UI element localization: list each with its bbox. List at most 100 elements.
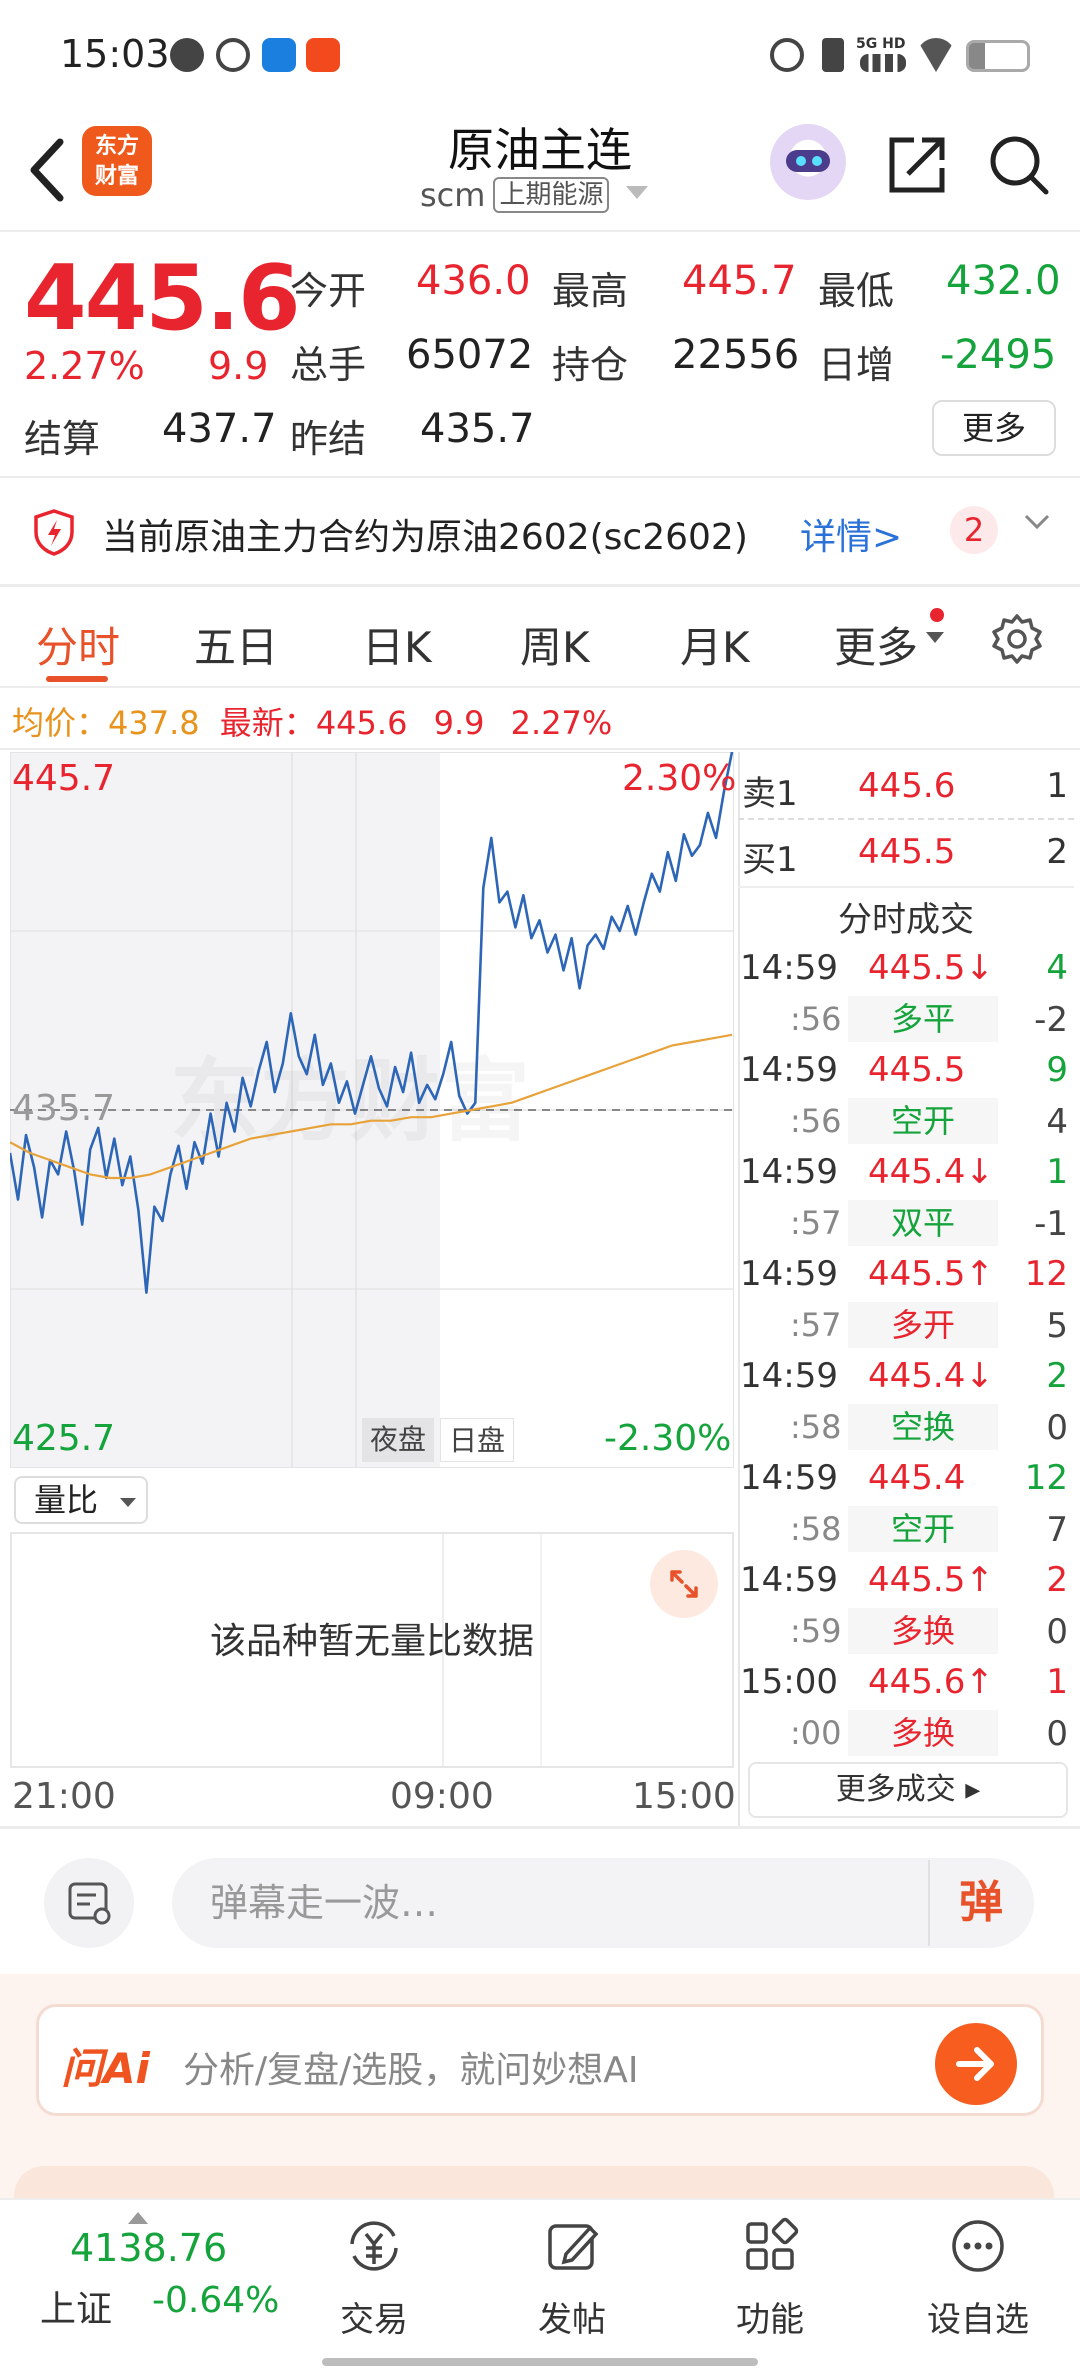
buy-price: 445.5 <box>858 832 956 872</box>
chart-legend: 均价：437.8 最新：445.6 9.9 2.27% <box>12 698 712 744</box>
trade-sub-time: :58 <box>790 1408 842 1446</box>
index-value[interactable]: 4138.76 <box>70 2226 227 2270</box>
trade-qty: 9 <box>1046 1050 1068 1090</box>
dropdown-icon <box>625 186 648 199</box>
taobao-icon <box>306 38 340 72</box>
indicator-select[interactable]: 量比 <box>14 1476 148 1524</box>
battery-icon <box>966 40 1030 72</box>
expand-icon[interactable] <box>650 1550 718 1618</box>
trade-qty: 1 <box>1046 1662 1068 1702</box>
trade-qty: 12 <box>1024 1254 1068 1294</box>
trade-time: 14:59 <box>740 1050 838 1090</box>
intraday-chart[interactable]: 东方财富 445.7 2.30% 435.7 425.7 -2.30% 夜盘 日… <box>10 752 737 1468</box>
nav-trade[interactable]: 交易 <box>304 2214 444 2341</box>
danmu-toggle-button[interactable]: 弹 <box>928 1860 1032 1946</box>
tab-intraday[interactable]: 分时 <box>36 614 120 675</box>
trades-header: 分时成交 <box>838 900 974 940</box>
nav-post-label: 发帖 <box>538 2300 606 2340</box>
trade-type: 空开 <box>848 1098 998 1144</box>
night-session-button[interactable]: 夜盘 <box>362 1418 435 1462</box>
trades-list: 14:59 445.5↓ 4:56 多平 -2 14:59 445.5 9:56 空开 4 14:5… <box>738 948 1074 1758</box>
trade-row: 14:59 445.5 9 :56 空开 4 <box>738 1050 1074 1152</box>
volume-label: 总手 <box>290 343 367 387</box>
day-session-button[interactable]: 日盘 <box>440 1418 515 1462</box>
trade-sub-qty: 4 <box>1046 1102 1068 1142</box>
buy-level-1[interactable]: 买1 445.5 2 <box>738 818 1074 884</box>
ai-assistant-icon[interactable] <box>770 124 846 200</box>
avg-label: 均价： <box>12 704 109 742</box>
status-bar: 15:03 5G HD <box>0 0 1080 110</box>
indicator-select-value: 量比 <box>34 1481 99 1519</box>
tab-five-day[interactable]: 五日 <box>194 614 278 675</box>
comment-settings-button[interactable] <box>44 1858 134 1948</box>
trade-type: 空开 <box>848 1506 998 1552</box>
latest-change-pct: 2.27% <box>510 704 613 742</box>
trade-time: 15:00 <box>740 1662 838 1702</box>
status-time: 15:03 <box>60 32 170 76</box>
nav-features[interactable]: 功能 <box>700 2214 840 2341</box>
nav-trade-label: 交易 <box>340 2300 408 2340</box>
low-label: 最低 <box>818 269 895 313</box>
ai-search-placeholder: 分析/复盘/选股，就问妙想AI <box>183 2050 639 2091</box>
search-icon[interactable] <box>986 132 1052 198</box>
contract-subtitle[interactable]: scm 上期能源 <box>420 176 648 214</box>
nav-add-watchlist[interactable]: 设自选 <box>908 2214 1048 2341</box>
shield-icon <box>34 509 74 556</box>
open-interest-label: 持仓 <box>552 343 629 387</box>
time-axis-mid: 09:00 <box>390 1776 494 1817</box>
quote-panel: 445.6 2.27% 9.9 今开 436.0 最高 445.7 最低 432… <box>0 232 1080 476</box>
book-separator <box>738 886 1074 888</box>
trade-sub-time: :57 <box>790 1306 842 1344</box>
trade-qty: 1 <box>1046 1152 1068 1192</box>
grid-icon <box>746 2217 799 2270</box>
trade-type: 多换 <box>848 1710 998 1756</box>
contract-code: scm <box>420 176 486 214</box>
share-icon[interactable] <box>884 132 950 198</box>
daily-increase-label: 日增 <box>818 343 895 387</box>
main-contract-notice[interactable]: 当前原油主力合约为原油2602(sc2602) 详情> 2 <box>0 478 1080 584</box>
tab-monthly-k[interactable]: 月K <box>680 614 750 675</box>
no-data-message: 该品种暂无量比数据 <box>209 1621 534 1662</box>
latest-label: 最新： <box>219 704 316 742</box>
header: 东方财富 原油主连 scm 上期能源 <box>0 110 1080 230</box>
divider <box>0 686 1080 688</box>
trade-price: 445.5 <box>868 1050 966 1090</box>
trade-row: 14:59 445.4↓ 2:58 空换 0 <box>738 1356 1074 1458</box>
chart-top-price: 445.7 <box>12 758 116 799</box>
chart-mid-price: 435.7 <box>12 1088 116 1129</box>
open-value: 436.0 <box>416 258 531 304</box>
vibrate-icon <box>822 38 844 72</box>
ai-submit-button[interactable] <box>935 2023 1017 2105</box>
more-dropdown-icon <box>926 632 944 643</box>
tab-weekly-k[interactable]: 周K <box>520 614 590 675</box>
trade-sub-qty: 0 <box>1046 1408 1068 1448</box>
dropdown-icon <box>120 1498 136 1507</box>
trade-qty: 12 <box>1024 1458 1068 1498</box>
trade-sub-time: :56 <box>790 1102 842 1140</box>
trade-qty: 4 <box>1046 948 1068 988</box>
high-label: 最高 <box>552 269 629 313</box>
trade-sub-time: :56 <box>790 1000 842 1038</box>
sell-level-1[interactable]: 卖1 445.6 1 <box>738 752 1074 818</box>
trade-price: 445.6↑ <box>868 1662 994 1702</box>
more-trades-button[interactable]: 更多成交 ▸ <box>748 1762 1068 1818</box>
gear-icon[interactable] <box>990 612 1044 666</box>
trade-type: 多平 <box>848 996 998 1042</box>
more-quote-button[interactable]: 更多 <box>932 400 1056 456</box>
chevron-down-icon[interactable] <box>1022 506 1052 536</box>
divider <box>0 748 1080 750</box>
time-axis-end: 15:00 <box>632 1776 736 1817</box>
index-expand-icon[interactable] <box>128 2212 148 2224</box>
wifi-icon <box>916 38 956 72</box>
ai-search-box[interactable]: 问Ai 分析/复盘/选股，就问妙想AI <box>36 2004 1044 2116</box>
chart-bottom-percent: -2.30% <box>604 1418 732 1459</box>
trade-row: 14:59 445.5↑ 12:57 多开 5 <box>738 1254 1074 1356</box>
tab-daily-k[interactable]: 日K <box>362 614 432 675</box>
tab-more[interactable]: 更多 <box>834 614 918 675</box>
change-percent: 2.27% <box>24 344 145 388</box>
chart-top-percent: 2.30% <box>622 758 737 799</box>
notice-details-link[interactable]: 详情> <box>800 508 902 560</box>
ai-section: 问Ai 分析/复盘/选股，就问妙想AI <box>0 1974 1080 2226</box>
nav-post[interactable]: 发帖 <box>502 2214 642 2341</box>
danmu-input[interactable]: 弹幕走一波… <box>172 1858 1034 1948</box>
